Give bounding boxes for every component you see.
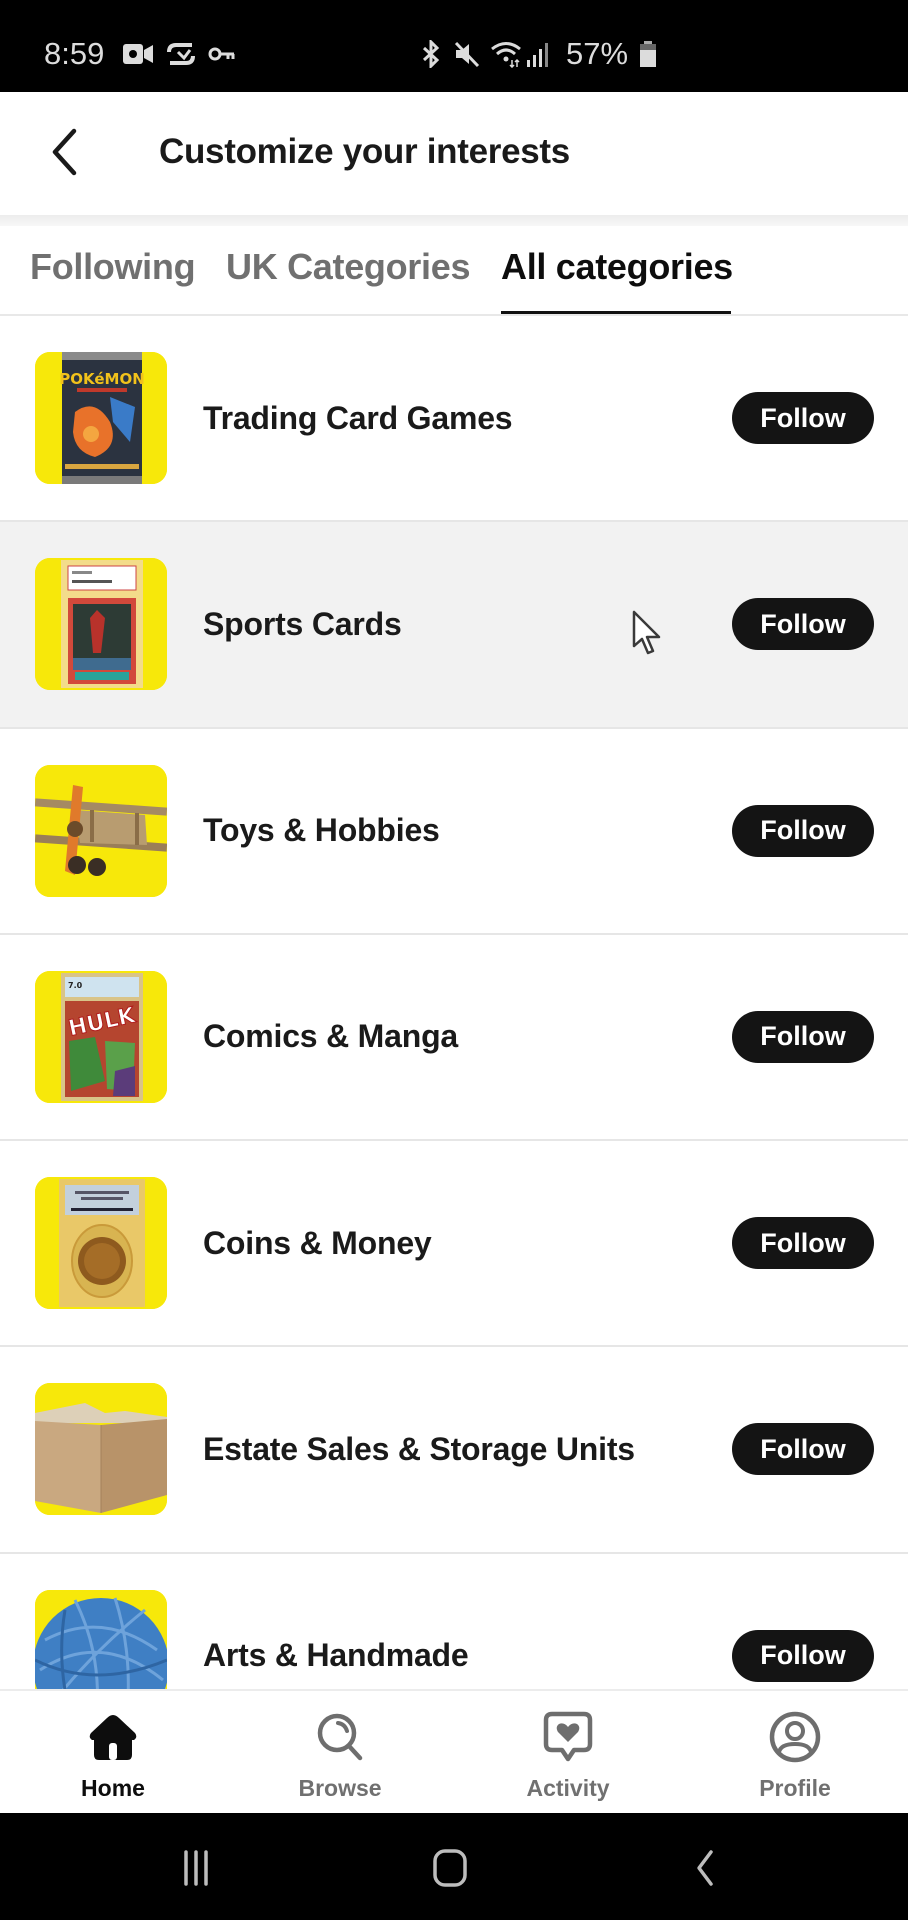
toy-airplane-image <box>35 764 167 897</box>
category-name: Comics & Manga <box>203 1018 459 1055</box>
category-row-toys-hobbies[interactable]: Toys & Hobbies Follow <box>0 728 908 935</box>
follow-button[interactable]: Follow <box>732 598 874 651</box>
category-name: Arts & Handmade <box>203 1637 469 1674</box>
header-divider <box>0 215 908 226</box>
tab-following[interactable]: Following <box>30 246 196 288</box>
search-icon <box>317 1713 363 1761</box>
nav-profile-label: Profile <box>759 1775 831 1801</box>
bottom-navigation: Home Browse Activity Profile <box>0 1689 908 1813</box>
home-icon <box>89 1715 137 1760</box>
page-title: Customize your interests <box>159 132 570 171</box>
category-name: Coins & Money <box>203 1224 432 1261</box>
mute-icon <box>454 41 480 68</box>
nav-browse-label: Browse <box>298 1775 382 1801</box>
category-name: Toys & Hobbies <box>203 812 440 849</box>
nav-activity-label: Activity <box>526 1775 610 1801</box>
heart-message-icon <box>543 1711 593 1762</box>
follow-button[interactable]: Follow <box>732 1423 874 1476</box>
category-thumbnail <box>35 1383 167 1516</box>
tab-all-categories[interactable]: All categories <box>501 246 733 288</box>
video-camera-icon <box>123 44 153 64</box>
graded-coin-image <box>35 1177 167 1310</box>
follow-button[interactable]: Follow <box>732 1629 874 1682</box>
home-circle-icon <box>433 1849 467 1887</box>
category-tabs: Following UK Categories All categories <box>0 226 908 316</box>
category-thumbnail: POKéMON <box>35 352 167 484</box>
category-thumbnail <box>35 1589 167 1689</box>
tab-uk-categories[interactable]: UK Categories <box>226 246 470 288</box>
category-name: Sports Cards <box>203 605 402 642</box>
category-row-estate-sales-storage-units[interactable]: Estate Sales & Storage Units Follow <box>0 1347 908 1554</box>
system-navigation-bar <box>0 1813 908 1920</box>
nav-home[interactable]: Home <box>23 1691 203 1815</box>
category-row-sports-cards[interactable]: Sports Cards Follow <box>0 522 908 729</box>
bluetooth-icon <box>422 40 440 68</box>
category-row-arts-handmade[interactable]: Arts & Handmade Follow <box>0 1553 908 1689</box>
category-list[interactable]: POKéMON Trading Card Games Follow Sports… <box>0 316 908 1689</box>
chevron-left-icon <box>52 128 77 176</box>
recents-icon <box>184 1850 208 1886</box>
graded-comic-image: 7.0 HULK <box>35 970 167 1103</box>
system-home-button[interactable] <box>420 1843 480 1893</box>
nav-home-label: Home <box>81 1775 145 1801</box>
category-name: Trading Card Games <box>203 399 513 436</box>
graded-sports-card-image <box>35 558 167 691</box>
cast-icon <box>167 43 195 65</box>
category-row-coins-money[interactable]: Coins & Money Follow <box>0 1141 908 1348</box>
battery-icon <box>640 41 656 67</box>
category-thumbnail: 7.0 HULK <box>35 970 167 1103</box>
category-thumbnail <box>35 764 167 897</box>
follow-button[interactable]: Follow <box>732 1010 874 1063</box>
back-icon <box>697 1850 713 1886</box>
category-row-comics-manga[interactable]: 7.0 HULK Comics & Manga Follow <box>0 934 908 1142</box>
follow-button[interactable]: Follow <box>732 392 874 444</box>
wifi-signal-icon <box>491 42 548 68</box>
svg-text:7.0: 7.0 <box>68 981 83 990</box>
category-thumbnail <box>35 1177 167 1310</box>
nav-profile[interactable]: Profile <box>705 1691 885 1815</box>
app-header: Customize your interests <box>0 92 908 215</box>
nav-activity[interactable]: Activity <box>478 1691 658 1815</box>
yarn-ball-image <box>35 1589 167 1689</box>
profile-icon <box>769 1711 821 1763</box>
follow-button[interactable]: Follow <box>732 1217 874 1270</box>
cardboard-box-image <box>35 1383 167 1516</box>
back-button[interactable] <box>40 120 88 184</box>
svg-text:POKéMON: POKéMON <box>59 370 145 388</box>
battery-percent: 57% <box>566 36 629 71</box>
nav-browse[interactable]: Browse <box>250 1691 430 1815</box>
status-bar: 8:59 57% <box>0 0 908 92</box>
category-thumbnail <box>35 558 167 691</box>
category-row-trading-card-games[interactable]: POKéMON Trading Card Games Follow <box>0 316 908 523</box>
status-time: 8:59 <box>44 36 105 71</box>
follow-button[interactable]: Follow <box>732 804 874 857</box>
recents-button[interactable] <box>166 1843 226 1893</box>
system-back-button[interactable] <box>675 1843 735 1893</box>
active-tab-indicator <box>501 311 731 314</box>
category-name: Estate Sales & Storage Units <box>203 1430 635 1467</box>
pokemon-pack-image: POKéMON <box>35 352 167 484</box>
vpn-key-icon <box>208 47 235 61</box>
